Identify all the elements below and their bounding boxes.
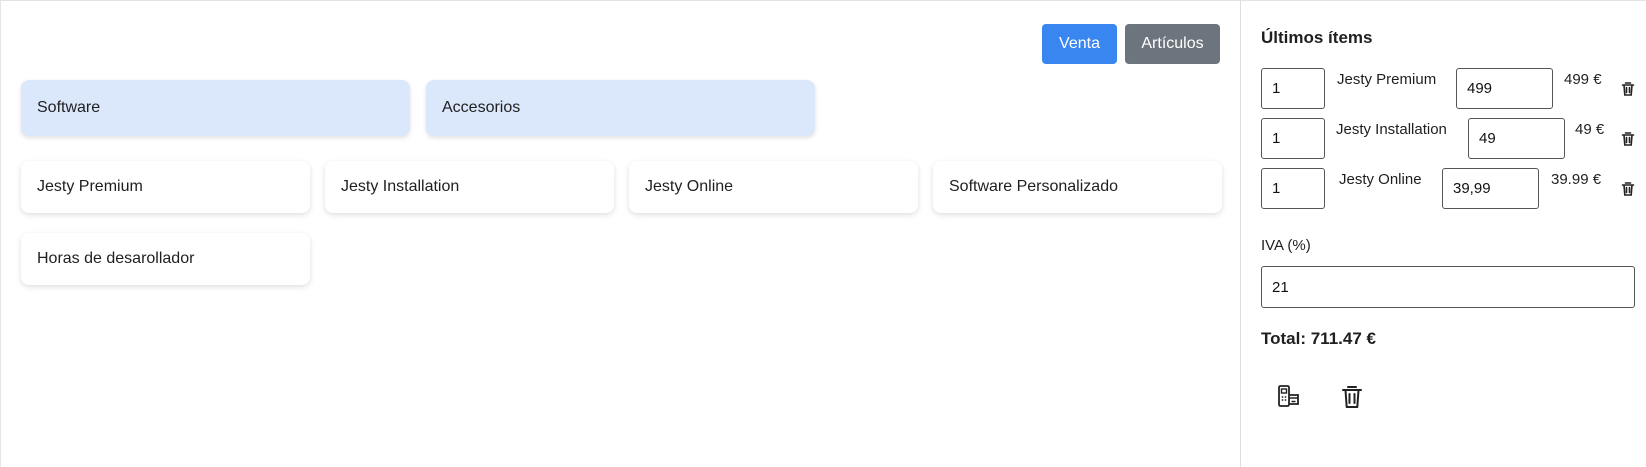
item-name: Jesty Online — [1339, 171, 1422, 188]
product-jesty-installation[interactable]: Jesty Installation — [325, 161, 614, 213]
product-jesty-online[interactable]: Jesty Online — [629, 161, 918, 213]
item-price-input[interactable] — [1442, 168, 1539, 209]
catalog-panel: Venta Artículos Software Accesorios Jest… — [0, 1, 1240, 467]
trash-icon[interactable] — [1620, 131, 1636, 147]
product-jesty-premium[interactable]: Jesty Premium — [21, 161, 310, 213]
pos-app: Venta Artículos Software Accesorios Jest… — [0, 0, 1646, 467]
iva-input[interactable] — [1261, 266, 1635, 308]
item-total: 39.99 € — [1551, 171, 1602, 188]
venta-button[interactable]: Venta — [1042, 24, 1117, 64]
iva-label: IVA (%) — [1261, 237, 1311, 254]
articulos-button[interactable]: Artículos — [1125, 24, 1220, 64]
trash-icon[interactable] — [1339, 384, 1365, 410]
cart-total: Total: 711.47 € — [1261, 329, 1376, 348]
cart-title: Últimos ítems — [1261, 28, 1373, 47]
item-quantity-input[interactable] — [1261, 68, 1325, 109]
product-software-personalizado[interactable]: Software Personalizado — [933, 161, 1222, 213]
item-quantity-input[interactable] — [1261, 118, 1325, 159]
item-total: 499 € — [1564, 71, 1602, 88]
item-quantity-input[interactable] — [1261, 168, 1325, 209]
cart-sidebar: Últimos ítems Jesty Premium 499 € Jesty … — [1240, 1, 1646, 467]
item-name: Jesty Installation — [1336, 121, 1447, 138]
product-horas-de-desarollador[interactable]: Horas de desarollador — [21, 233, 310, 285]
category-accesorios[interactable]: Accesorios — [426, 80, 815, 136]
item-price-input[interactable] — [1468, 118, 1565, 159]
trash-icon[interactable] — [1620, 181, 1636, 197]
item-total: 49 € — [1575, 121, 1605, 138]
item-name: Jesty Premium — [1337, 71, 1437, 88]
category-software[interactable]: Software — [21, 80, 410, 136]
trash-icon[interactable] — [1620, 81, 1636, 97]
payment-terminal-icon[interactable] — [1276, 384, 1302, 410]
item-price-input[interactable] — [1456, 68, 1553, 109]
